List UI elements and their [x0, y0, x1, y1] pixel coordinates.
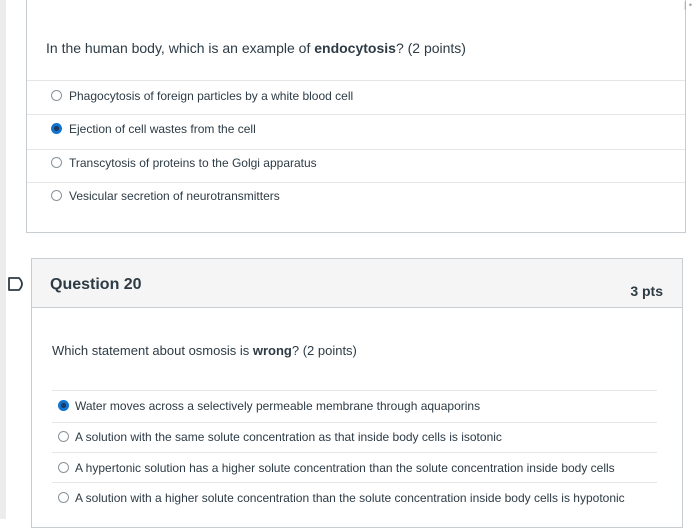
- radio-selected-icon[interactable]: [51, 123, 62, 134]
- answer-label[interactable]: Transcytosis of proteins to the Golgi ap…: [69, 156, 317, 170]
- answer-label[interactable]: A solution with a higher solute concentr…: [75, 491, 625, 505]
- radio-icon[interactable]: [51, 157, 62, 168]
- answer-label[interactable]: Ejection of cell wastes from the cell: [69, 122, 256, 136]
- answer-label[interactable]: Vesicular secretion of neurotransmitters: [69, 189, 280, 203]
- answer-label[interactable]: Phagocytosis of foreign particles by a w…: [69, 89, 353, 103]
- top-edge-fragment: | •: [684, 0, 692, 10]
- question-card-19: In the human body, which is an example o…: [26, 0, 686, 233]
- left-edge: [0, 0, 6, 519]
- answer-option[interactable]: Water moves across a selectively permeab…: [52, 390, 657, 422]
- answer-option[interactable]: A solution with the same solute concentr…: [52, 422, 657, 452]
- radio-icon[interactable]: [51, 190, 62, 201]
- question-prompt: Which statement about osmosis is wrong? …: [52, 343, 357, 358]
- answer-label[interactable]: Water moves across a selectively permeab…: [75, 399, 480, 413]
- answer-option[interactable]: Phagocytosis of foreign particles by a w…: [27, 80, 685, 112]
- answer-option[interactable]: Vesicular secretion of neurotransmitters: [27, 182, 685, 218]
- prompt-suffix: ? (2 points): [291, 343, 357, 358]
- prompt-emphasis: endocytosis: [314, 40, 396, 56]
- radio-icon[interactable]: [58, 431, 69, 442]
- prompt-text: In the human body, which is an example o…: [46, 40, 315, 56]
- question-prompt: In the human body, which is an example o…: [46, 40, 466, 56]
- question-title: Question 20: [50, 276, 142, 293]
- radio-icon[interactable]: [58, 462, 69, 473]
- question-header: Question 20 3 pts: [32, 259, 682, 308]
- answer-label[interactable]: A hypertonic solution has a higher solut…: [75, 461, 615, 475]
- flag-outline-icon[interactable]: [8, 277, 26, 291]
- prompt-suffix: ? (2 points): [395, 40, 466, 56]
- answer-option[interactable]: A solution with a higher solute concentr…: [52, 482, 657, 516]
- question-card-20: Question 20 3 pts Which statement about …: [31, 258, 683, 528]
- answer-option[interactable]: Transcytosis of proteins to the Golgi ap…: [27, 149, 685, 181]
- answer-option[interactable]: Ejection of cell wastes from the cell: [27, 114, 685, 146]
- radio-icon[interactable]: [51, 90, 62, 101]
- answer-label[interactable]: A solution with the same solute concentr…: [75, 430, 502, 444]
- answer-option[interactable]: A hypertonic solution has a higher solut…: [52, 452, 657, 482]
- prompt-text: Which statement about osmosis is: [52, 343, 253, 358]
- prompt-emphasis: wrong: [252, 343, 292, 358]
- radio-selected-icon[interactable]: [58, 400, 69, 411]
- radio-icon[interactable]: [58, 492, 69, 503]
- question-points: 3 pts: [630, 283, 663, 299]
